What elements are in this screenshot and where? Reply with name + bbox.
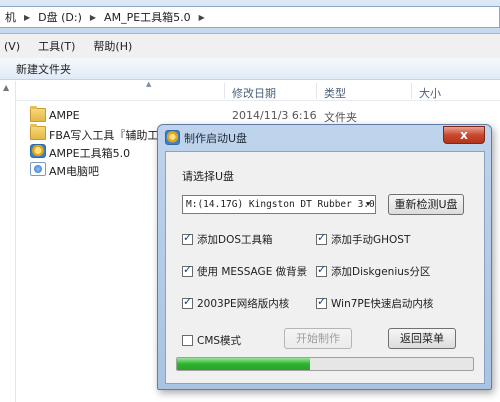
dialog-client-area: 请选择U盘 M:(14.17G) Kingston DT Rubber 3.0 … xyxy=(165,151,485,384)
column-separator[interactable] xyxy=(411,83,412,99)
menu-tools[interactable]: 工具(T) xyxy=(34,38,89,54)
menu-bar: (V) 工具(T) 帮助(H) xyxy=(0,34,500,58)
chevron-right-icon[interactable]: ▶ xyxy=(196,13,208,22)
option-label: 添加Diskgenius分区 xyxy=(331,266,431,278)
back-to-menu-button[interactable]: 返回菜单 xyxy=(388,328,456,349)
menu-view[interactable]: (V) xyxy=(0,40,34,53)
file-name: AMPE xyxy=(49,109,80,122)
select-usb-label: 请选择U盘 xyxy=(182,170,235,183)
address-bar[interactable]: 机 ▶ D盘 (D:) ▶ AM_PE工具箱5.0 ▶ xyxy=(0,6,500,28)
progress-bar xyxy=(176,357,474,371)
make-bootable-usb-dialog: 制作启动U盘 x 请选择U盘 M:(14.17G) Kingston DT Ru… xyxy=(157,124,492,390)
checkbox[interactable] xyxy=(182,263,193,277)
checkbox[interactable] xyxy=(316,295,327,309)
chevron-right-icon[interactable]: ▶ xyxy=(87,13,99,22)
file-row-ampe[interactable]: AMPE 2014/11/3 6:16 文件夹 xyxy=(16,106,500,124)
option-message-background[interactable]: 使用 MESSAGE 做背景 xyxy=(182,263,308,279)
column-size[interactable]: 大小 xyxy=(419,85,441,101)
sort-arrow-icon: ▲ xyxy=(146,80,152,88)
file-name: AM电脑吧 xyxy=(49,165,100,178)
checkbox[interactable] xyxy=(182,335,193,346)
checkbox[interactable] xyxy=(182,295,193,309)
breadcrumb-computer[interactable]: 机 xyxy=(0,9,21,25)
option-label: CMS模式 xyxy=(197,335,242,347)
option-label: Win7PE快速启动内核 xyxy=(331,298,434,310)
option-label: 使用 MESSAGE 做背景 xyxy=(197,266,308,278)
close-button[interactable]: x xyxy=(443,126,485,144)
scroll-up-arrow-icon[interactable]: ▲ xyxy=(3,83,9,92)
command-toolbar: 新建文件夹 xyxy=(0,58,500,80)
app-icon xyxy=(165,130,180,145)
option-manual-ghost[interactable]: 添加手动GHOST xyxy=(316,231,411,247)
navigation-pane[interactable]: ▲ xyxy=(0,81,16,402)
web-shortcut-icon xyxy=(30,162,46,176)
column-separator[interactable] xyxy=(316,83,317,99)
option-win7pe-kernel[interactable]: Win7PE快速启动内核 xyxy=(316,295,434,311)
file-name: AMPE工具箱5.0 xyxy=(49,147,131,160)
option-label: 添加DOS工具箱 xyxy=(197,234,273,246)
column-separator[interactable] xyxy=(224,83,225,99)
dropdown-arrow-icon[interactable]: ▼ xyxy=(361,196,375,213)
breadcrumb-ampe-folder[interactable]: AM_PE工具箱5.0 xyxy=(99,9,196,25)
breadcrumb-d-drive[interactable]: D盘 (D:) xyxy=(33,9,87,25)
column-header-row: ▲ 修改日期 类型 大小 xyxy=(16,80,500,101)
option-diskgenius[interactable]: 添加Diskgenius分区 xyxy=(316,263,431,279)
dialog-title-bar[interactable]: 制作启动U盘 x xyxy=(158,125,491,149)
checkbox[interactable] xyxy=(182,231,193,245)
new-folder-button[interactable]: 新建文件夹 xyxy=(0,61,87,77)
option-label: 添加手动GHOST xyxy=(331,234,411,246)
checkbox[interactable] xyxy=(316,231,327,245)
folder-icon xyxy=(30,106,46,122)
folder-icon xyxy=(30,124,46,140)
usb-device-value: M:(14.17G) Kingston DT Rubber 3.0 xyxy=(186,199,375,210)
column-type[interactable]: 类型 xyxy=(324,85,346,101)
redetect-usb-button[interactable]: 重新检测U盘 xyxy=(388,194,464,215)
column-modified-date[interactable]: 修改日期 xyxy=(232,85,276,101)
file-type: 文件夹 xyxy=(324,111,357,124)
menu-help[interactable]: 帮助(H) xyxy=(89,38,146,54)
progress-fill xyxy=(177,358,311,370)
start-making-button[interactable]: 开始制作 xyxy=(284,328,352,349)
option-dos-toolbox[interactable]: 添加DOS工具箱 xyxy=(182,231,273,247)
app-icon xyxy=(30,144,46,158)
address-bar-area: 机 ▶ D盘 (D:) ▶ AM_PE工具箱5.0 ▶ xyxy=(0,0,500,34)
option-2003pe-kernel[interactable]: 2003PE网络版内核 xyxy=(182,295,290,311)
option-label: 2003PE网络版内核 xyxy=(197,298,290,310)
checkbox[interactable] xyxy=(316,263,327,277)
dialog-title: 制作启动U盘 xyxy=(184,132,248,145)
file-date: 2014/11/3 6:16 xyxy=(232,109,317,122)
chevron-right-icon[interactable]: ▶ xyxy=(21,13,33,22)
option-cms-mode[interactable]: CMS模式 xyxy=(182,333,241,348)
usb-device-dropdown[interactable]: M:(14.17G) Kingston DT Rubber 3.0 ▼ xyxy=(182,195,376,214)
